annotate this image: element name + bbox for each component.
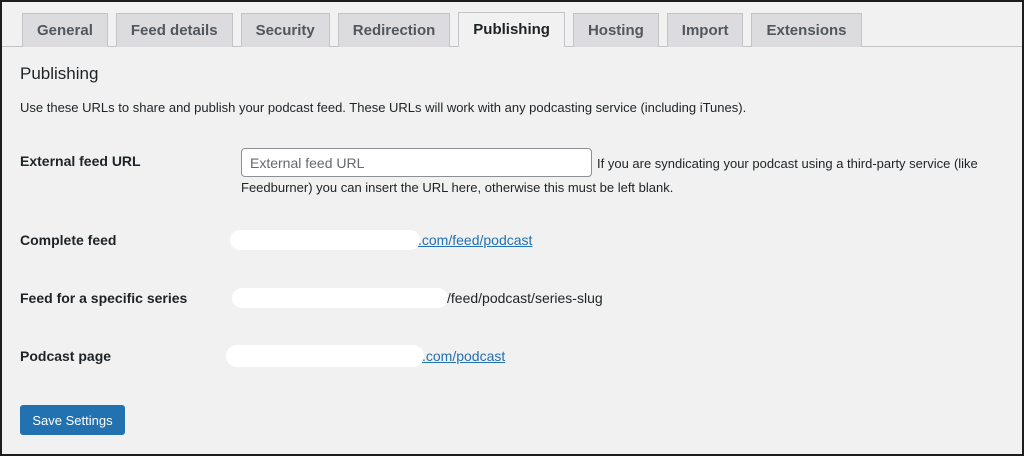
section-intro: Use these URLs to share and publish your… bbox=[20, 100, 747, 115]
redacted-domain bbox=[232, 288, 448, 308]
redacted-domain bbox=[230, 230, 420, 250]
tab-general[interactable]: General bbox=[22, 13, 108, 47]
redacted-domain bbox=[226, 345, 424, 367]
save-settings-button[interactable]: Save Settings bbox=[20, 405, 125, 435]
tab-import[interactable]: Import bbox=[666, 13, 744, 47]
external-feed-input[interactable] bbox=[241, 148, 592, 177]
series-feed-url: /feed/podcast/series-slug bbox=[447, 290, 603, 306]
tab-security[interactable]: Security bbox=[240, 13, 330, 47]
tab-extensions[interactable]: Extensions bbox=[751, 13, 862, 47]
section-title: Publishing bbox=[20, 64, 99, 83]
complete-feed-link[interactable]: .com/feed/podcast bbox=[418, 232, 532, 248]
podcast-page-link[interactable]: .com/podcast bbox=[422, 348, 505, 364]
tab-hosting[interactable]: Hosting bbox=[572, 13, 659, 47]
tab-redirection[interactable]: Redirection bbox=[337, 13, 451, 47]
podcast-page-label: Podcast page bbox=[20, 348, 112, 364]
complete-feed-label: Complete feed bbox=[20, 232, 117, 248]
external-feed-description-line2: Feedburner) you can insert the URL here,… bbox=[241, 180, 674, 195]
external-feed-description-line1: If you are syndicating your podcast usin… bbox=[597, 156, 978, 171]
settings-tabs: General Feed details Security Redirectio… bbox=[22, 12, 1022, 47]
series-feed-label: Feed for a specific series bbox=[20, 290, 188, 306]
tab-feed-details[interactable]: Feed details bbox=[115, 13, 233, 47]
external-feed-label: External feed URL bbox=[20, 153, 141, 169]
tab-publishing[interactable]: Publishing bbox=[458, 12, 565, 47]
settings-window: General Feed details Security Redirectio… bbox=[0, 0, 1024, 456]
